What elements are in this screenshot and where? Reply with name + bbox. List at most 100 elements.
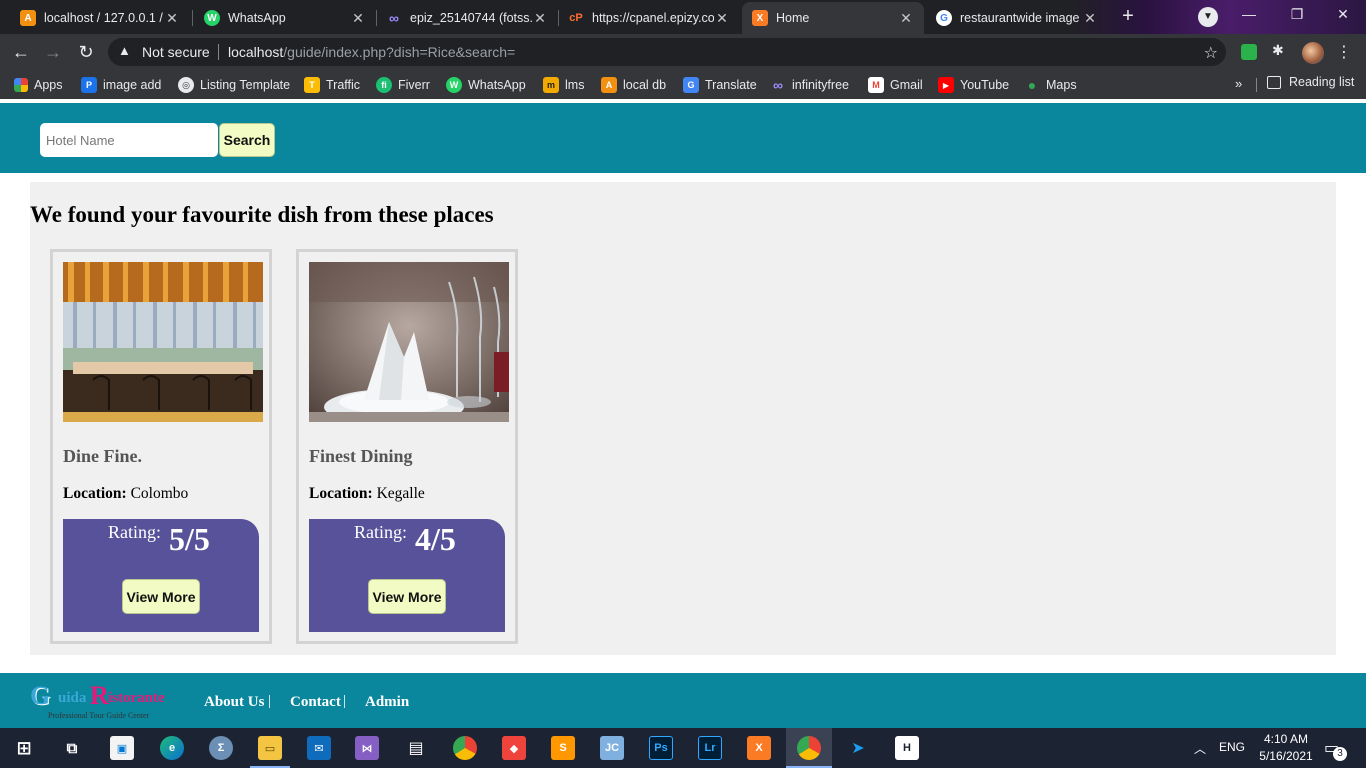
browser-tab[interactable]: ∞ epiz_25140744 (fotss.e ✕ (376, 2, 558, 34)
bookmark-gmail[interactable]: M Gmail (868, 75, 923, 95)
calculator-icon[interactable]: Σ (209, 736, 233, 760)
star-icon[interactable]: ☆ (1204, 43, 1218, 63)
bookmark-listing-template[interactable]: ◎ Listing Template (178, 75, 290, 95)
back-arrow-icon[interactable]: ← (10, 42, 32, 64)
close-icon[interactable]: ✕ (164, 10, 180, 27)
extension-icon[interactable] (1241, 44, 1257, 60)
reload-icon[interactable]: ↻ (75, 42, 97, 64)
rating-panel: Rating: 5/5 View More (63, 519, 259, 632)
start-icon[interactable]: ⊞ (12, 736, 36, 760)
footer-link-admin[interactable]: Admin (365, 694, 409, 711)
browser-tab[interactable]: G restaurantwide image ✕ (926, 2, 1108, 34)
reader-icon[interactable]: ▤ (404, 736, 428, 760)
tab-search-icon[interactable]: ▼ (1198, 7, 1218, 27)
chrome-icon[interactable] (453, 736, 477, 760)
address-divider (218, 44, 219, 60)
tray-chevron-icon[interactable]: ︿ (1194, 740, 1206, 757)
reading-list-button[interactable]: Reading list (1267, 75, 1354, 89)
bookmark-label: Apps (34, 78, 63, 92)
mail-icon[interactable]: ✉ (307, 736, 331, 760)
minimize-button[interactable]: — (1234, 6, 1264, 26)
footer-link-about[interactable]: About Us (204, 694, 264, 711)
visual-studio-icon[interactable]: ⋈ (355, 736, 379, 760)
footer-separator: | (343, 693, 347, 709)
restaurant-photo (309, 262, 509, 422)
bookmark-label: Fiverr (398, 78, 430, 92)
photoshop-icon[interactable]: Ps (649, 736, 673, 760)
bookmark-local-db[interactable]: A local db (601, 75, 666, 95)
xampp-icon[interactable]: X (747, 736, 771, 760)
xampp-icon: X (752, 10, 768, 26)
edge-icon[interactable]: e (160, 736, 184, 760)
tab-title: epiz_25140744 (fotss.e (410, 11, 532, 25)
url-text[interactable]: localhost/guide/index.php?dish=Rice&sear… (228, 44, 515, 60)
close-icon[interactable]: ✕ (714, 10, 730, 27)
site-logo[interactable]: G uida R istorante Professional Tour Gui… (30, 681, 190, 721)
bookmark-infinityfree[interactable]: ∞ infinityfree (770, 75, 849, 95)
view-more-button[interactable]: View More (122, 579, 200, 614)
puzzle-icon[interactable]: ✱ (1272, 42, 1288, 58)
avatar[interactable] (1302, 42, 1324, 64)
store-icon[interactable]: ▣ (110, 736, 134, 760)
hostinger-icon[interactable]: H (895, 736, 919, 760)
bookmark-lms[interactable]: m lms (543, 75, 584, 95)
bookmark-label: image add (103, 78, 162, 92)
close-icon[interactable]: ✕ (898, 10, 914, 27)
restaurant-card: Dine Fine. Location: Colombo Rating: 5/5… (50, 249, 272, 644)
jcreator-icon[interactable]: JC (600, 736, 624, 760)
browser-tab-active[interactable]: X Home ✕ (742, 2, 924, 34)
location-label: Location: (309, 485, 373, 502)
logo-letter-r: R (90, 681, 109, 710)
lms-icon: m (543, 77, 559, 93)
bookmark-fiverr[interactable]: fi Fiverr (376, 75, 430, 95)
clock-time[interactable]: 4:10 AM (1258, 732, 1314, 746)
menu-dots-icon[interactable]: ⋮ (1336, 42, 1352, 62)
close-icon[interactable]: ✕ (532, 10, 548, 27)
view-more-button[interactable]: View More (368, 579, 446, 614)
browser-tab[interactable]: cP https://cpanel.epizy.co ✕ (558, 2, 740, 34)
address-bar[interactable]: ▲ Not secure localhost/guide/index.php?d… (108, 38, 1226, 66)
task-view-icon[interactable]: ⧉ (60, 736, 84, 760)
bookmark-youtube[interactable]: ▶ YouTube (938, 75, 1009, 95)
close-icon[interactable]: ✕ (350, 10, 366, 27)
close-window-button[interactable]: ✕ (1328, 6, 1358, 26)
bookmark-image-add[interactable]: P image add (81, 75, 161, 95)
footer-link-contact[interactable]: Contact (290, 694, 341, 711)
forward-arrow-icon[interactable]: → (42, 42, 64, 64)
reading-list-label: Reading list (1289, 75, 1355, 89)
bookmarks-overflow-icon[interactable]: » (1235, 76, 1242, 91)
browser-tab[interactable]: W WhatsApp ✕ (194, 2, 376, 34)
bookmark-maps[interactable]: ● Maps (1024, 75, 1077, 95)
bookmark-label: infinityfree (792, 78, 849, 92)
clock-date[interactable]: 5/16/2021 (1254, 749, 1318, 763)
restore-button[interactable]: ❐ (1282, 6, 1312, 26)
hotel-search-input[interactable] (40, 123, 218, 157)
globe-icon: ◎ (178, 77, 194, 93)
bookmark-whatsapp[interactable]: W WhatsApp (446, 75, 526, 95)
bookmark-traffic[interactable]: T Traffic (304, 75, 360, 95)
sublime-icon[interactable]: S (551, 736, 575, 760)
chrome-profile-icon[interactable] (797, 736, 821, 760)
phpmyadmin-icon: A (20, 10, 36, 26)
apps-grid-icon (14, 78, 28, 92)
close-icon[interactable]: ✕ (1082, 10, 1098, 27)
anydesk-icon[interactable]: ◆ (502, 736, 526, 760)
security-label[interactable]: Not secure (142, 44, 210, 60)
browser-toolbar: ← → ↻ ▲ Not secure localhost/guide/index… (0, 34, 1366, 70)
tab-title: restaurantwide image (960, 11, 1080, 25)
vpn-icon[interactable]: ➤ (846, 736, 870, 760)
lightroom-icon[interactable]: Lr (698, 736, 722, 760)
new-tab-button[interactable]: + (1116, 6, 1140, 28)
footer-separator: | (268, 693, 272, 709)
search-button[interactable]: Search (219, 123, 275, 157)
tab-title: Home (776, 11, 810, 25)
bookmark-translate[interactable]: G Translate (683, 75, 757, 95)
language-indicator[interactable]: ENG (1219, 740, 1245, 754)
bookmarks-divider (1256, 78, 1257, 92)
restaurant-location: Location: Kegalle (309, 485, 425, 503)
results-heading: We found your favourite dish from these … (30, 202, 494, 227)
bookmark-label: Gmail (890, 78, 923, 92)
rating-value: 5/5 (169, 521, 210, 557)
bookmark-apps[interactable]: Apps (14, 75, 63, 95)
browser-tab[interactable]: A localhost / 127.0.0.1 / l ✕ (10, 2, 190, 34)
